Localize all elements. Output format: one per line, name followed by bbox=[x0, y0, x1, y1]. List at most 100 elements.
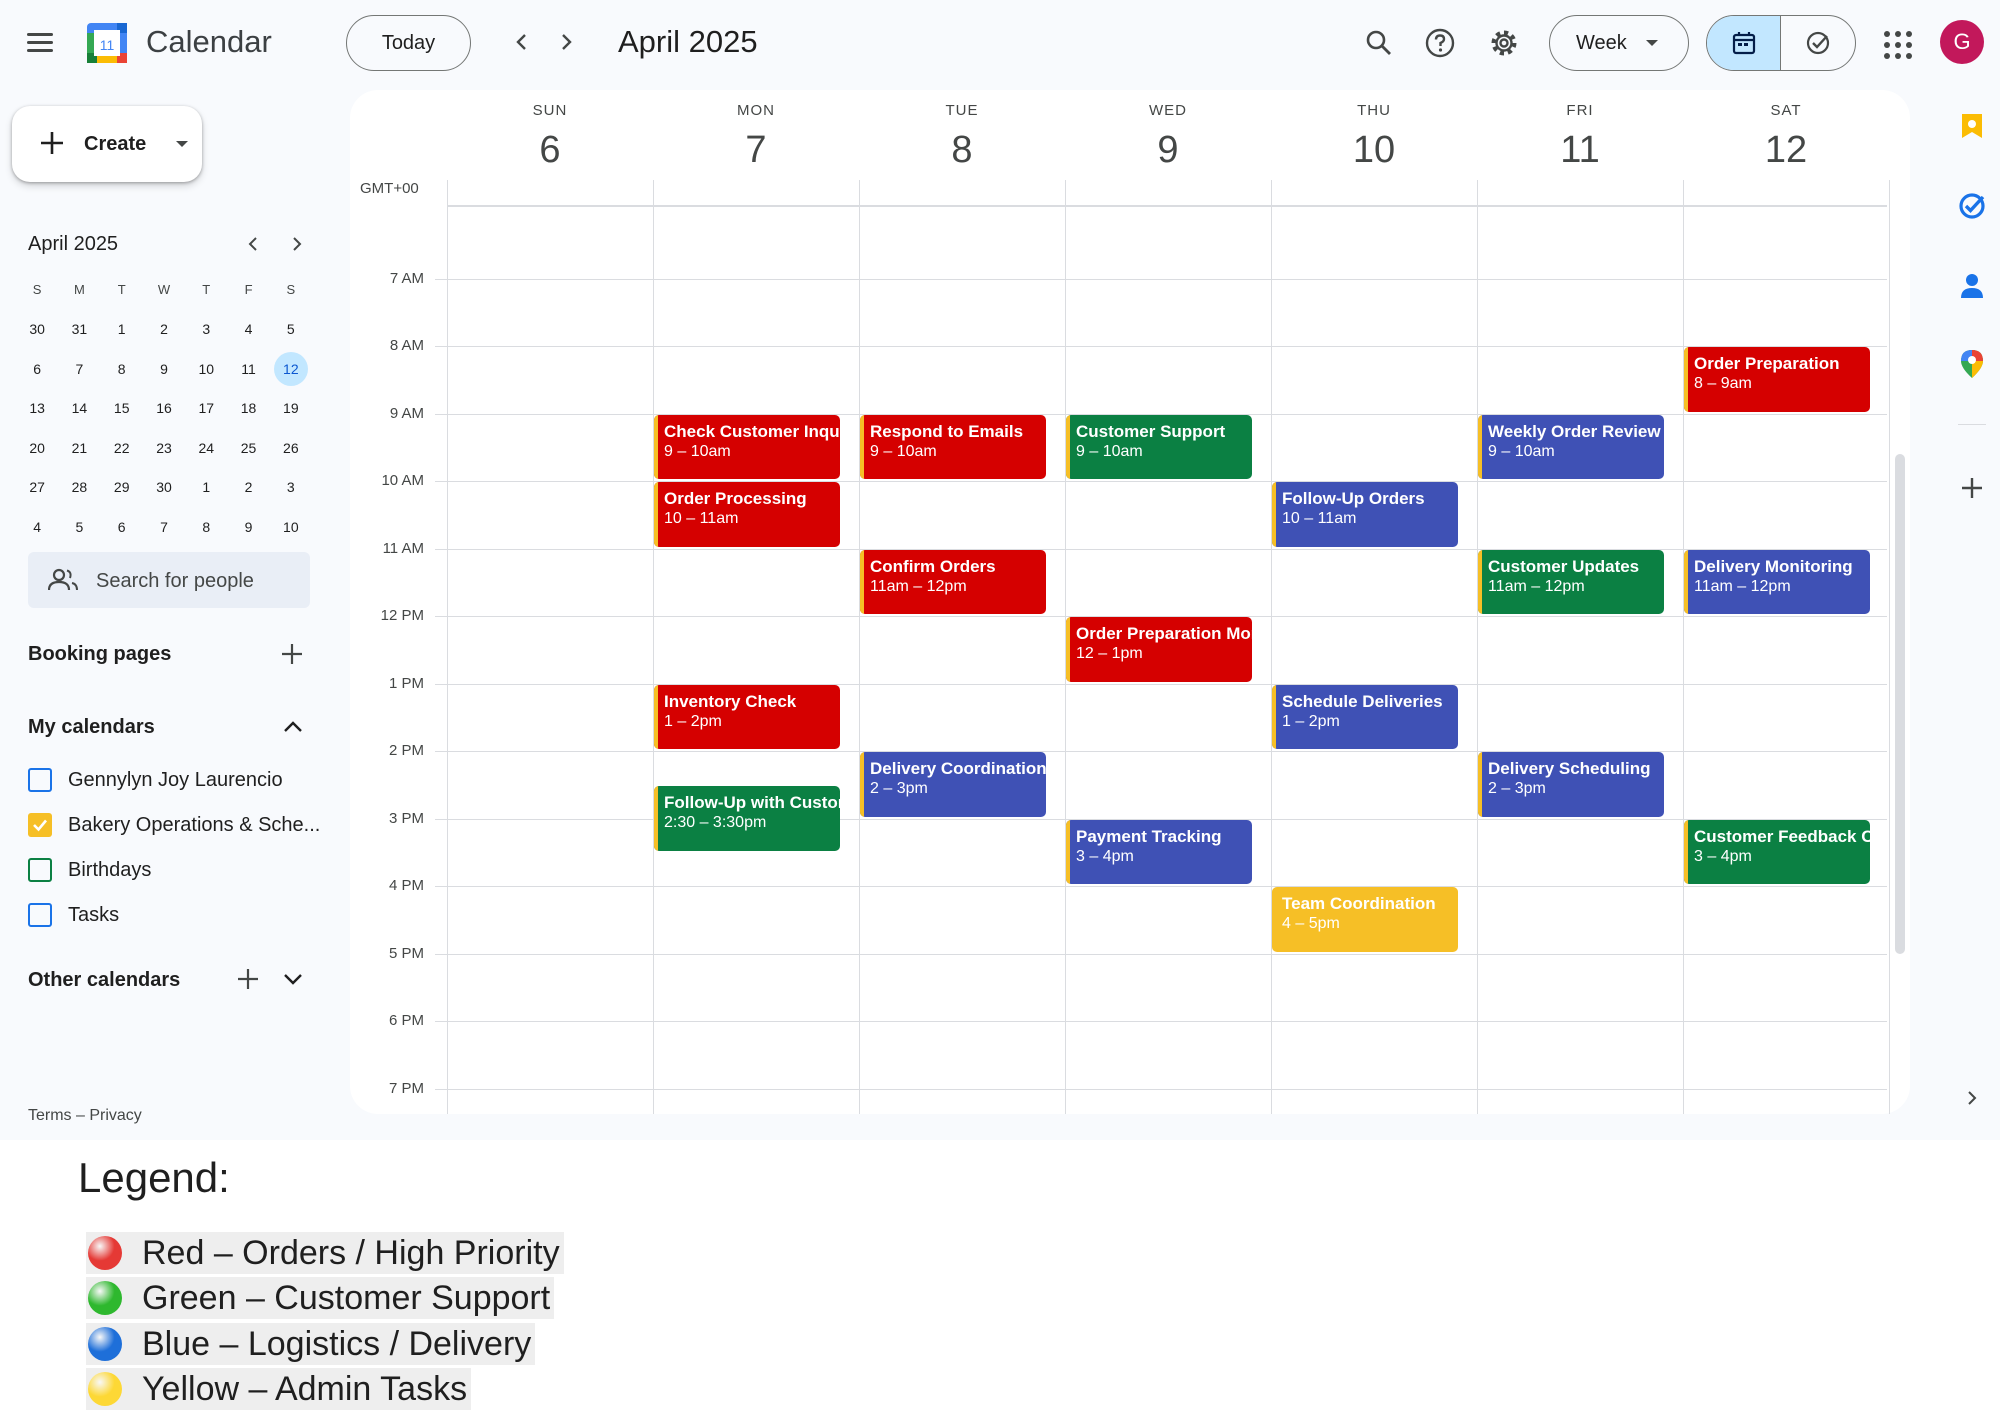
mini-calendar-next-button[interactable] bbox=[280, 228, 312, 260]
mini-calendar-day[interactable]: 17 bbox=[185, 389, 227, 429]
calendar-event[interactable]: Order Preparation 8 – 9am bbox=[1684, 347, 1870, 412]
mini-calendar-day[interactable]: 9 bbox=[227, 507, 269, 547]
day-number[interactable]: 11 bbox=[1477, 129, 1683, 172]
mini-calendar-day[interactable]: 6 bbox=[16, 349, 58, 389]
mini-calendar-day[interactable]: 23 bbox=[143, 428, 185, 468]
day-number[interactable]: 9 bbox=[1065, 129, 1271, 172]
mini-calendar-day[interactable]: 19 bbox=[270, 389, 312, 429]
mini-calendar-day[interactable]: 18 bbox=[227, 389, 269, 429]
mini-calendar-day[interactable]: 5 bbox=[270, 310, 312, 350]
calendar-event[interactable]: Weekly Order Review 9 – 10am bbox=[1478, 414, 1664, 480]
create-button[interactable]: Create bbox=[12, 106, 202, 182]
view-selector[interactable]: Week bbox=[1549, 15, 1689, 71]
day-header[interactable]: FRI 11 bbox=[1477, 102, 1683, 172]
calendar-checkbox[interactable] bbox=[28, 768, 52, 792]
calendar-checkbox[interactable] bbox=[28, 813, 52, 837]
calendar-event[interactable]: Follow-Up Orders 10 – 11am bbox=[1272, 482, 1458, 547]
add-other-calendar-button[interactable] bbox=[233, 964, 263, 994]
mini-calendar-day[interactable]: 16 bbox=[143, 389, 185, 429]
calendar-checkbox[interactable] bbox=[28, 903, 52, 927]
google-apps-icon[interactable] bbox=[1880, 27, 1912, 59]
calendar-event[interactable]: Delivery Scheduling 2 – 3pm bbox=[1478, 752, 1664, 817]
mini-calendar-day[interactable]: 7 bbox=[58, 349, 100, 389]
mini-calendar-day[interactable]: 8 bbox=[101, 349, 143, 389]
next-week-button[interactable] bbox=[546, 22, 586, 62]
calendar-event[interactable]: Payment Tracking 3 – 4pm bbox=[1066, 819, 1252, 885]
search-people-input[interactable]: Search for people bbox=[28, 552, 310, 608]
calendar-list-item[interactable]: Bakery Operations & Sche... bbox=[28, 808, 320, 842]
account-avatar[interactable]: G bbox=[1940, 20, 1984, 64]
previous-week-button[interactable] bbox=[502, 22, 542, 62]
day-header[interactable]: SAT 12 bbox=[1683, 102, 1889, 172]
contacts-app-button[interactable] bbox=[1956, 270, 1988, 302]
expand-side-panel-button[interactable] bbox=[1956, 1082, 1988, 1114]
get-add-ons-button[interactable] bbox=[1956, 472, 1988, 504]
help-button[interactable] bbox=[1417, 20, 1463, 66]
calendar-event[interactable]: Confirm Orders 11am – 12pm bbox=[860, 549, 1046, 615]
mini-calendar-day[interactable]: 3 bbox=[185, 310, 227, 350]
day-number[interactable]: 6 bbox=[447, 129, 653, 172]
my-calendars-title[interactable]: My calendars bbox=[28, 716, 155, 739]
calendar-list-item[interactable]: Tasks bbox=[28, 898, 119, 932]
calendar-event[interactable]: Check Customer Inquiries9 – 10am bbox=[654, 414, 840, 480]
day-header[interactable]: THU 10 bbox=[1271, 102, 1477, 172]
calendar-event[interactable]: Delivery Coordination 2 – 3pm bbox=[860, 752, 1046, 817]
grid-scrollbar[interactable] bbox=[1895, 454, 1905, 954]
calendar-event[interactable]: Order Preparation Monitoring12 – 1pm bbox=[1066, 617, 1252, 682]
mini-calendar-day[interactable]: 29 bbox=[101, 468, 143, 508]
mini-calendar-day[interactable]: 9 bbox=[143, 349, 185, 389]
day-number[interactable]: 10 bbox=[1271, 129, 1477, 172]
mini-calendar-day[interactable]: 30 bbox=[16, 310, 58, 350]
calendar-list-item[interactable]: Gennylyn Joy Laurencio bbox=[28, 763, 283, 797]
mini-calendar-day[interactable]: 24 bbox=[185, 428, 227, 468]
calendar-view-toggle[interactable] bbox=[1707, 16, 1781, 70]
mini-calendar-day[interactable]: 7 bbox=[143, 507, 185, 547]
mini-calendar-day[interactable]: 5 bbox=[58, 507, 100, 547]
terms-privacy-links[interactable]: Terms – Privacy bbox=[28, 1107, 142, 1125]
calendar-event[interactable]: Customer Support 9 – 10am bbox=[1066, 414, 1252, 480]
mini-calendar-day[interactable]: 1 bbox=[185, 468, 227, 508]
day-header[interactable]: MON 7 bbox=[653, 102, 859, 172]
collapse-my-calendars-button[interactable] bbox=[278, 712, 308, 742]
mini-calendar-day[interactable]: 28 bbox=[58, 468, 100, 508]
today-button[interactable]: Today bbox=[346, 15, 471, 71]
expand-other-calendars-button[interactable] bbox=[278, 964, 308, 994]
mini-calendar-day[interactable]: 10 bbox=[185, 349, 227, 389]
day-number[interactable]: 8 bbox=[859, 129, 1065, 172]
mini-calendar-day[interactable]: 30 bbox=[143, 468, 185, 508]
add-booking-page-button[interactable] bbox=[277, 639, 307, 669]
calendar-event[interactable]: Customer Updates 11am – 12pm bbox=[1478, 549, 1664, 615]
day-header[interactable]: SUN 6 bbox=[447, 102, 653, 172]
calendar-event[interactable]: Respond to Emails 9 – 10am bbox=[860, 414, 1046, 480]
other-calendars-title[interactable]: Other calendars bbox=[28, 969, 180, 992]
settings-button[interactable] bbox=[1481, 20, 1527, 66]
mini-calendar-day[interactable]: 1 bbox=[101, 310, 143, 350]
mini-calendar-day[interactable]: 25 bbox=[227, 428, 269, 468]
calendar-event[interactable]: Order Processing 10 – 11am bbox=[654, 482, 840, 547]
maps-app-button[interactable] bbox=[1956, 348, 1988, 380]
mini-calendar-day[interactable]: 8 bbox=[185, 507, 227, 547]
main-menu-button[interactable] bbox=[20, 22, 60, 62]
mini-calendar-day[interactable]: 13 bbox=[16, 389, 58, 429]
caret-down-icon[interactable] bbox=[176, 141, 188, 147]
mini-calendar-day[interactable]: 2 bbox=[143, 310, 185, 350]
mini-calendar-day[interactable]: 15 bbox=[101, 389, 143, 429]
day-number[interactable]: 12 bbox=[1683, 129, 1889, 172]
mini-calendar-day[interactable]: 26 bbox=[270, 428, 312, 468]
mini-calendar-day[interactable]: 27 bbox=[16, 468, 58, 508]
mini-calendar-day[interactable]: 4 bbox=[227, 310, 269, 350]
day-header[interactable]: TUE 8 bbox=[859, 102, 1065, 172]
mini-calendar-day[interactable]: 2 bbox=[227, 468, 269, 508]
tasks-app-button[interactable] bbox=[1956, 190, 1988, 222]
day-header[interactable]: WED 9 bbox=[1065, 102, 1271, 172]
mini-calendar-day[interactable]: 4 bbox=[16, 507, 58, 547]
mini-calendar-day[interactable]: 22 bbox=[101, 428, 143, 468]
mini-calendar-day[interactable]: 21 bbox=[58, 428, 100, 468]
tasks-view-toggle[interactable] bbox=[1781, 16, 1855, 70]
calendar-event[interactable]: Schedule Deliveries 1 – 2pm bbox=[1272, 684, 1458, 750]
calendar-event[interactable]: Delivery Monitoring 11am – 12pm bbox=[1684, 549, 1870, 615]
mini-calendar-day[interactable]: 31 bbox=[58, 310, 100, 350]
calendar-checkbox[interactable] bbox=[28, 858, 52, 882]
keep-app-button[interactable] bbox=[1956, 110, 1988, 142]
calendar-event[interactable]: Follow-Up with Customers 2:30 – 3:30pm bbox=[654, 786, 840, 851]
